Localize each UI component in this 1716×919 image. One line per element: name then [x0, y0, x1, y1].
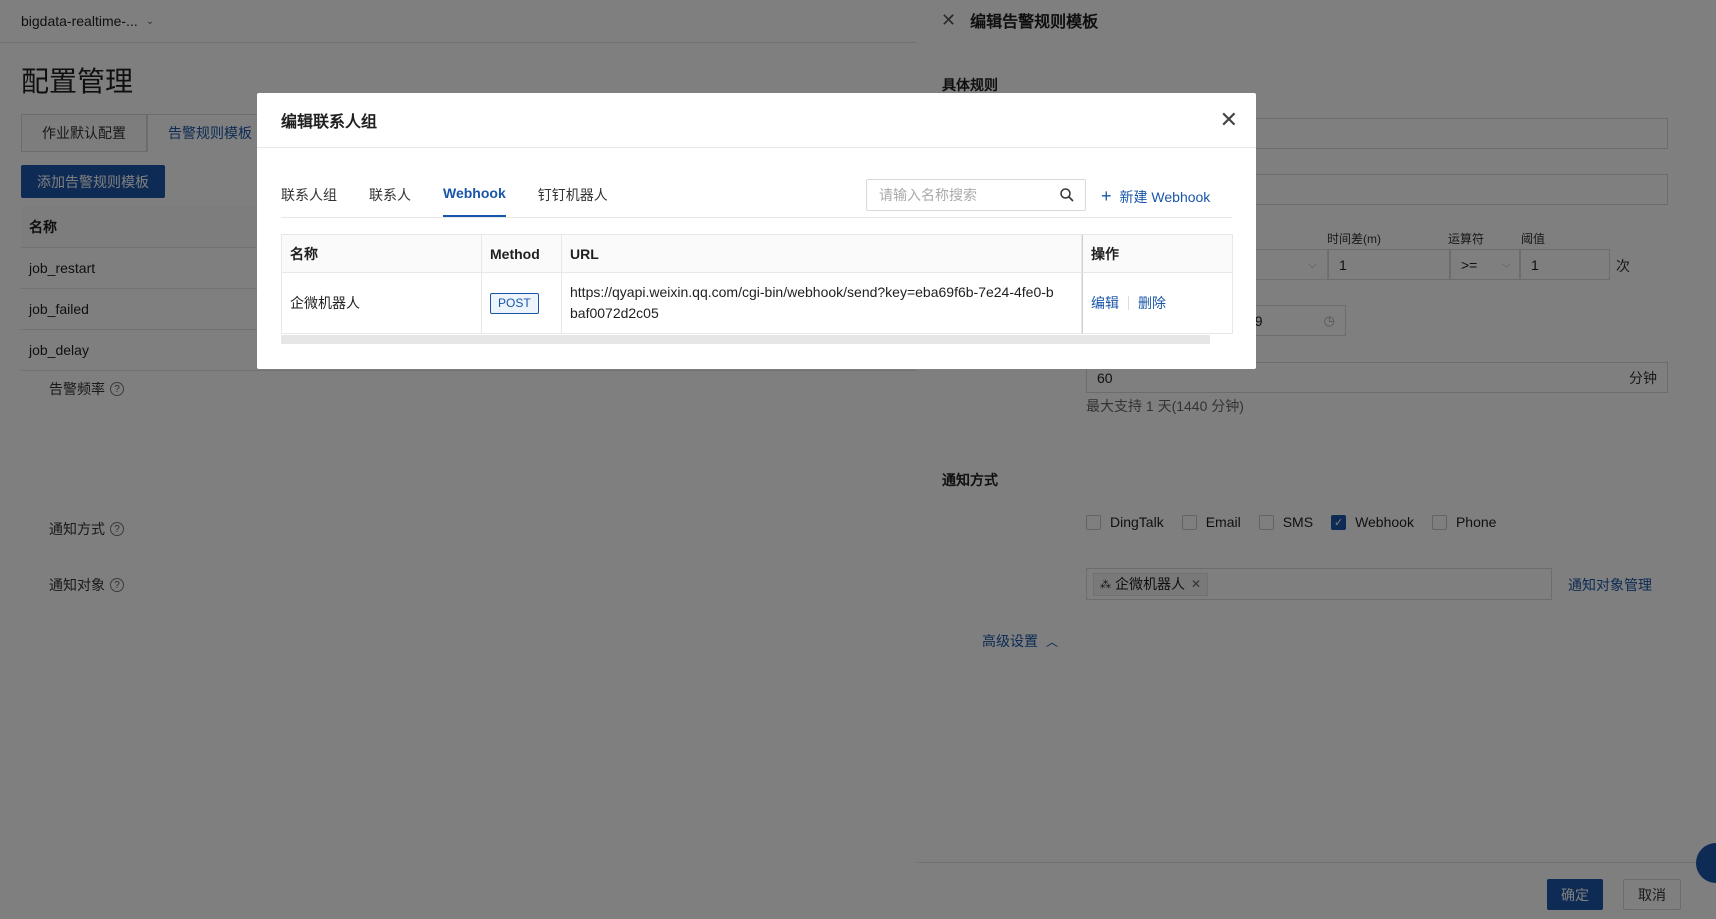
row-url: https://qyapi.weixin.qq.com/cgi-bin/webh… [562, 273, 1082, 333]
url-text: https://qyapi.weixin.qq.com/cgi-bin/webh… [570, 282, 1054, 324]
action-links: 编辑 删除 [1091, 293, 1166, 313]
modal-header: 编辑联系人组 [257, 93, 1256, 148]
edit-contact-group-modal: 编辑联系人组 ✕ 联系人组 联系人 Webhook 钉钉机器人 + 新建 Web… [257, 93, 1256, 369]
header-url: URL [562, 235, 1082, 273]
tabs-divider [281, 217, 1232, 218]
modal-title: 编辑联系人组 [281, 114, 378, 131]
row-method: POST [482, 273, 562, 333]
new-webhook-button[interactable]: + 新建 Webhook [1101, 186, 1210, 207]
search-icon[interactable] [1059, 187, 1075, 206]
plus-icon: + [1101, 186, 1112, 206]
new-webhook-label: 新建 Webhook [1119, 188, 1211, 205]
modal-tabs: 联系人组 联系人 Webhook 钉钉机器人 [281, 183, 640, 217]
close-icon[interactable]: ✕ [1220, 107, 1238, 133]
row-actions: 编辑 删除 [1082, 273, 1232, 333]
tab-webhook[interactable]: Webhook [443, 183, 506, 217]
url-line-1: https://qyapi.weixin.qq.com/cgi-bin/webh… [570, 284, 1054, 300]
method-badge: POST [490, 292, 539, 314]
header-name: 名称 [282, 235, 482, 273]
edit-link[interactable]: 编辑 [1091, 293, 1119, 313]
url-line-2: baf0072d2c05 [570, 305, 659, 321]
search-box [866, 179, 1086, 211]
row-name: 企微机器人 [282, 273, 482, 333]
tab-contact-groups[interactable]: 联系人组 [281, 183, 337, 217]
tab-contacts[interactable]: 联系人 [369, 183, 411, 217]
table-header: 名称 Method URL 操作 [282, 235, 1232, 273]
search-input[interactable] [879, 187, 1059, 203]
header-method: Method [482, 235, 562, 273]
table-row: 企微机器人 POST https://qyapi.weixin.qq.com/c… [282, 273, 1232, 333]
delete-link[interactable]: 删除 [1138, 293, 1166, 313]
webhook-table: 名称 Method URL 操作 企微机器人 POST https://qyap… [281, 234, 1233, 334]
header-actions: 操作 [1082, 235, 1232, 273]
divider [1128, 296, 1129, 310]
tab-dingtalk-robot[interactable]: 钉钉机器人 [538, 183, 608, 217]
horizontal-scrollbar[interactable] [281, 335, 1210, 344]
